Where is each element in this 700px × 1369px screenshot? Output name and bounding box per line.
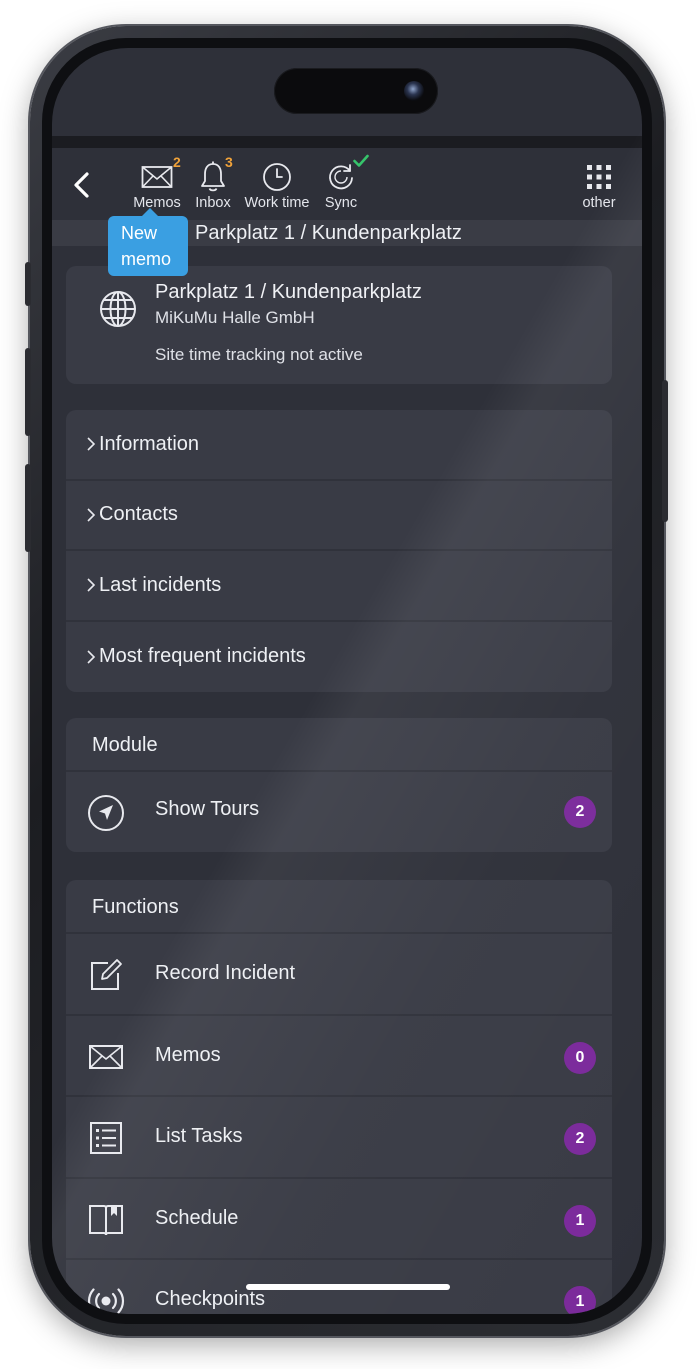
site-company: MiKuMu Halle GmbH [155,308,315,327]
new-memo-tooltip[interactable]: New memo [108,208,188,276]
info-accordion: Information Contacts Last incidents Most… [66,410,612,692]
toolbar-sync-label: Sync [324,195,358,211]
toolbar-inbox-label: Inbox [195,195,231,211]
show-tours-label: Show Tours [155,798,260,820]
toolbar: 2 Memos 3 Inbox Work time Sync other [52,148,642,218]
checkpoints-badge: 1 [564,1286,596,1314]
list-tasks-item[interactable]: List Tasks 2 [66,1097,612,1179]
memos-item[interactable]: Memos 0 [66,1016,612,1097]
status-strip [52,136,642,148]
accordion-last-incidents[interactable]: Last incidents [66,551,612,622]
app-screen: 2 Memos 3 Inbox Work time Sync other Par… [52,48,642,1314]
toolbar-other-label: other [582,195,616,211]
site-name: Parkplatz 1 / Kundenparkplatz [155,281,422,303]
chevron-right-icon [87,578,96,592]
phone-bezel: 2 Memos 3 Inbox Work time Sync other Par… [42,38,652,1324]
toolbar-inbox[interactable]: 3 Inbox [178,154,248,211]
record-incident-item[interactable]: Record Incident [66,934,612,1016]
broadcast-icon [87,1288,125,1314]
bell-icon [201,161,225,192]
inbox-count: 3 [225,154,233,170]
module-card: Module Show Tours 2 [66,718,612,852]
navigation-icon [88,795,124,831]
book-icon [89,1204,123,1235]
dynamic-island [274,68,438,114]
accordion-label: Contacts [99,503,178,526]
record-incident-label: Record Incident [155,962,296,984]
camera-icon [404,81,424,101]
chevron-right-icon [87,650,96,664]
toolbar-sync[interactable]: Sync [306,154,376,211]
accordion-information[interactable]: Information [66,410,612,481]
clock-icon [263,163,291,191]
globe-icon [100,291,136,327]
check-icon [353,154,369,167]
show-tours-badge: 2 [564,796,596,828]
schedule-label: Schedule [155,1206,239,1229]
accordion-label: Last incidents [99,573,222,596]
edit-icon [91,959,122,990]
toolbar-other[interactable]: other [564,160,634,211]
accordion-label: Most frequent incidents [99,645,306,668]
list-tasks-label: List Tasks [155,1125,243,1147]
accordion-label: Information [99,432,200,455]
page-title: Parkplatz 1 / Kundenparkplatz [195,222,462,244]
memos-badge: 0 [564,1041,596,1074]
volume-up-button [25,348,31,436]
grid-menu-icon [587,165,611,189]
power-button [662,380,668,522]
show-tours-item[interactable]: Show Tours 2 [66,772,612,850]
schedule-item[interactable]: Schedule 1 [66,1179,612,1260]
sync-icon [329,164,353,190]
list-tasks-badge: 2 [564,1123,596,1155]
envelope-icon [89,1044,123,1069]
accordion-contacts[interactable]: Contacts [66,481,612,551]
chevron-right-icon [87,437,96,451]
chevron-left-icon [74,172,89,198]
list-icon [90,1122,122,1154]
volume-down-button [25,464,31,552]
mute-switch [25,262,31,306]
functions-card: Functions Record Incident Memos 0 List T… [66,880,612,1314]
accordion-most-frequent-incidents[interactable]: Most frequent incidents [66,622,612,693]
memos-label: Memos [155,1043,221,1066]
toolbar-work-time-label: Work time [244,195,310,211]
chevron-right-icon [87,508,96,522]
module-heading: Module [66,718,612,772]
site-tracking-status: Site time tracking not active [155,345,363,364]
back-button[interactable] [66,168,100,202]
home-indicator[interactable] [246,1284,450,1290]
toolbar-work-time[interactable]: Work time [242,160,312,211]
envelope-icon [141,166,173,188]
functions-heading: Functions [66,880,612,934]
schedule-badge: 1 [564,1204,596,1237]
site-card: Parkplatz 1 / Kundenparkplatz MiKuMu Hal… [66,266,612,384]
checkpoints-label: Checkpoints [155,1288,266,1310]
